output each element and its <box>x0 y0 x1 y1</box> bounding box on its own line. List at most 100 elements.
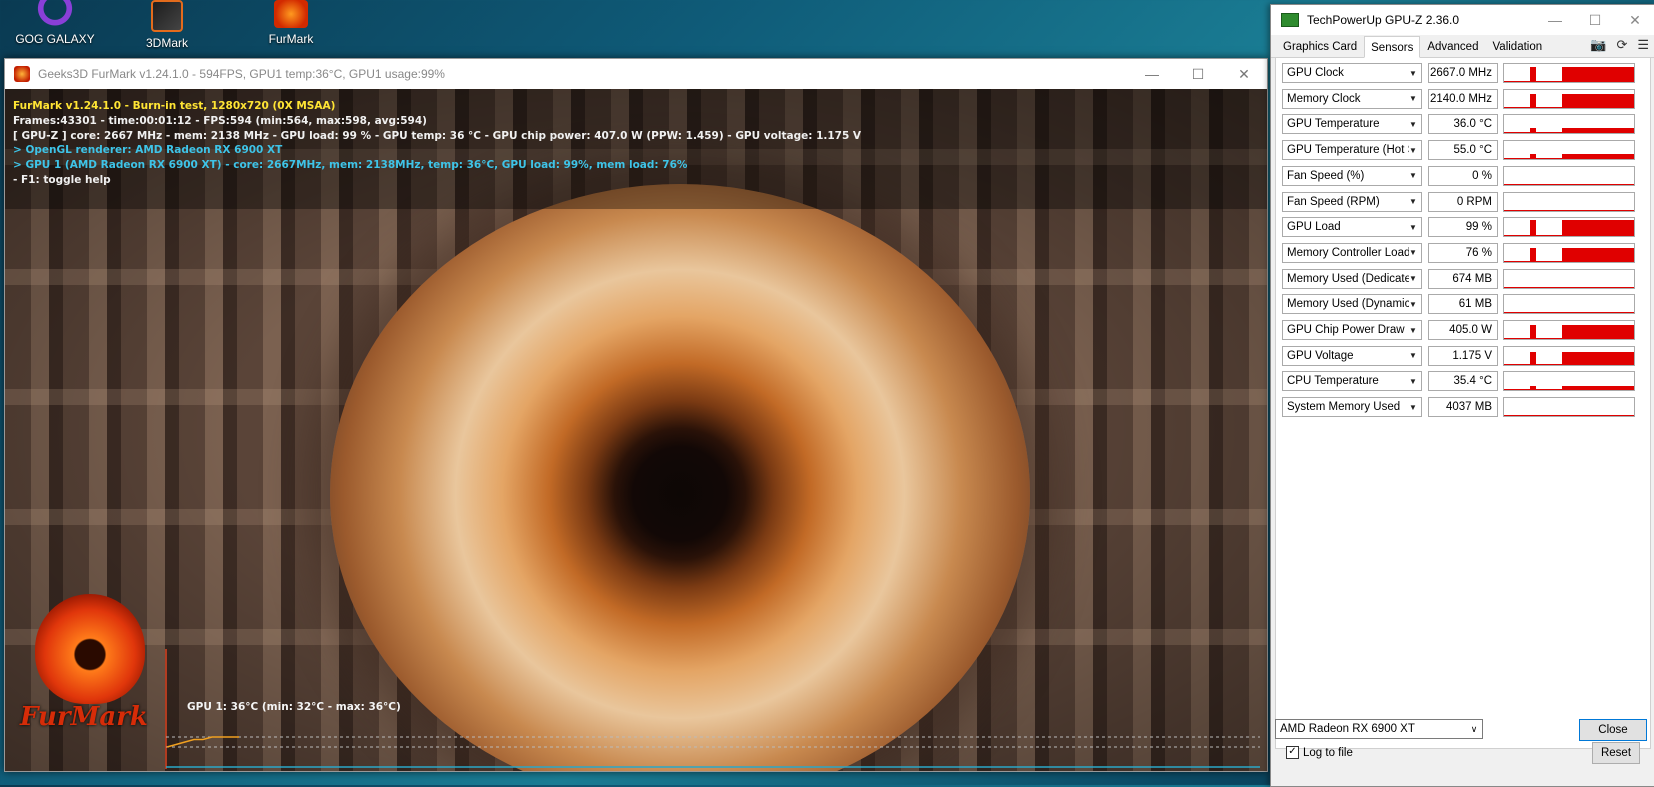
sensor-value: 2140.0 MHz <box>1428 88 1498 109</box>
sensor-name-dropdown[interactable]: GPU Voltage ▼ <box>1282 345 1422 366</box>
log-to-file-label: Log to file <box>1303 746 1353 759</box>
sensor-graph-fill <box>1562 220 1634 237</box>
minimize-icon[interactable]: — <box>1129 66 1175 83</box>
3dmark-icon <box>151 0 183 32</box>
chevron-down-icon: ▼ <box>1409 274 1417 284</box>
furmark-logo: FurMark <box>15 594 165 734</box>
sensor-name-dropdown[interactable]: Fan Speed (RPM) ▼ <box>1282 191 1422 212</box>
close-icon[interactable]: ✕ <box>1221 66 1267 83</box>
gpuz-titlebar[interactable]: TechPowerUp GPU-Z 2.36.0 — ☐ ✕ <box>1271 5 1654 35</box>
sensor-graph-spike <box>1530 220 1536 237</box>
chevron-down-icon: ▼ <box>1409 325 1417 335</box>
sensor-name: System Memory Used <box>1287 401 1401 414</box>
chevron-down-icon: ▼ <box>1409 351 1417 361</box>
gpu-select-value: AMD Radeon RX 6900 XT <box>1280 723 1415 735</box>
hud-line-title: FurMark v1.24.1.0 - Burn-in test, 1280x7… <box>13 100 336 112</box>
desktop-icon-3dmark[interactable]: 3DMark <box>112 0 222 50</box>
sensor-graph-baseline <box>1504 132 1634 134</box>
sensor-name: GPU Temperature <box>1287 118 1380 131</box>
close-icon[interactable]: ✕ <box>1615 12 1654 29</box>
refresh-icon[interactable]: ⟳ <box>1616 37 1627 53</box>
sensor-name-dropdown[interactable]: GPU Temperature ▼ <box>1282 114 1422 135</box>
sensor-name-dropdown[interactable]: Memory Clock ▼ <box>1282 88 1422 109</box>
hud-line-gpu1: > GPU 1 (AMD Radeon RX 6900 XT) - core: … <box>13 159 688 172</box>
chevron-down-icon: ▼ <box>1409 171 1417 181</box>
sensor-name-dropdown[interactable]: Fan Speed (%) ▼ <box>1282 165 1422 186</box>
sensor-value: 0 RPM <box>1428 191 1498 212</box>
menu-icon[interactable]: ☰ <box>1637 37 1649 53</box>
sensor-graph-baseline <box>1504 338 1634 339</box>
desktop-icon-label: 3DMark <box>145 36 188 50</box>
gpuz-window[interactable]: TechPowerUp GPU-Z 2.36.0 — ☐ ✕ Graphics … <box>1270 4 1654 787</box>
sensor-row: GPU Chip Power Draw ▼ 405.0 W <box>1282 320 1635 342</box>
sensor-name: Fan Speed (RPM) <box>1287 195 1380 208</box>
tab-validation[interactable]: Validation <box>1485 37 1549 57</box>
tab-advanced[interactable]: Advanced <box>1420 37 1485 57</box>
graph-label: GPU 1: 36°C (min: 32°C - max: 36°C) <box>187 701 401 713</box>
sensor-name: CPU Temperature <box>1287 375 1379 388</box>
temperature-line <box>166 736 239 748</box>
chevron-down-icon: ▼ <box>1409 222 1417 232</box>
chevron-down-icon: ▼ <box>1409 68 1417 78</box>
furmark-titlebar[interactable]: Geeks3D FurMark v1.24.1.0 - 594FPS, GPU1… <box>5 59 1267 89</box>
furmark-logo-text: FurMark <box>20 702 148 732</box>
sensor-name-dropdown[interactable]: CPU Temperature ▼ <box>1282 371 1422 392</box>
sensor-row: GPU Voltage ▼ 1.175 V <box>1282 345 1635 368</box>
sensor-name-dropdown[interactable]: Memory Used (Dynamic) ▼ <box>1282 294 1422 315</box>
sensor-graph <box>1503 217 1635 238</box>
sensor-row: Memory Clock ▼ 2140.0 MHz <box>1282 88 1635 111</box>
sensor-name: GPU Load <box>1287 221 1341 234</box>
camera-icon[interactable]: 📷 <box>1590 37 1606 53</box>
sensor-graph-baseline <box>1504 286 1634 288</box>
sensor-name: Memory Used (Dynamic) <box>1287 298 1409 311</box>
furmark-app-icon <box>14 66 30 82</box>
furmark-render-canvas: FurMark v1.24.1.0 - Burn-in test, 1280x7… <box>5 89 1267 771</box>
sensor-graph <box>1503 268 1635 289</box>
sensor-name-dropdown[interactable]: GPU Load ▼ <box>1282 217 1422 238</box>
chevron-down-icon: ▼ <box>1409 402 1417 412</box>
sensor-graph-baseline <box>1504 106 1634 108</box>
sensor-graph-fill <box>1562 247 1634 262</box>
checkbox-icon[interactable]: ✓ <box>1286 746 1299 759</box>
maximize-icon[interactable]: ☐ <box>1175 66 1221 83</box>
sensor-graph <box>1503 294 1635 315</box>
sensor-name-dropdown[interactable]: GPU Clock ▼ <box>1282 63 1422 83</box>
sensor-name: GPU Clock <box>1287 67 1344 79</box>
chevron-down-icon: ▼ <box>1409 119 1417 129</box>
sensor-graph <box>1503 63 1635 83</box>
sensor-graph-spike <box>1530 325 1536 339</box>
temperature-graph: GPU 1: 36°C (min: 32°C - max: 36°C) <box>165 649 1260 769</box>
minimize-icon[interactable]: — <box>1535 12 1575 29</box>
sensor-graph-baseline <box>1504 312 1634 314</box>
sensor-row: GPU Temperature (Hot Spot)▼ 55.0 °C <box>1282 140 1635 162</box>
sensor-value: 76 % <box>1428 242 1498 263</box>
sensor-graph-baseline <box>1504 363 1634 365</box>
close-button[interactable]: Close <box>1579 719 1647 741</box>
sensor-name-dropdown[interactable]: GPU Chip Power Draw ▼ <box>1282 320 1422 340</box>
sensor-name: Memory Controller Load <box>1287 246 1409 259</box>
desktop-icon-label: FurMark <box>268 32 314 46</box>
tab-sensors[interactable]: Sensors <box>1364 36 1421 58</box>
hud-line-frames: Frames:43301 - time:00:01:12 - FPS:594 (… <box>13 114 427 127</box>
sensor-graph <box>1503 371 1635 392</box>
sensor-value: 35.4 °C <box>1428 371 1498 392</box>
sensor-graph <box>1503 88 1635 109</box>
gpu-select-dropdown[interactable]: AMD Radeon RX 6900 XT ∨ <box>1275 719 1483 739</box>
furmark-window[interactable]: Geeks3D FurMark v1.24.1.0 - 594FPS, GPU1… <box>4 58 1268 772</box>
desktop-icon-gog-galaxy[interactable]: GOG GALAXY <box>0 0 110 46</box>
sensor-graph <box>1503 114 1635 135</box>
desktop-icon-furmark[interactable]: FurMark <box>236 0 346 46</box>
tab-graphics-card[interactable]: Graphics Card <box>1276 37 1364 57</box>
sensor-graph-spike <box>1530 93 1536 108</box>
maximize-icon[interactable]: ☐ <box>1575 12 1615 29</box>
sensor-value: 61 MB <box>1428 294 1498 315</box>
sensor-name-dropdown[interactable]: System Memory Used ▼ <box>1282 397 1422 418</box>
furmark-icon <box>274 0 308 28</box>
sensor-value: 2667.0 MHz <box>1428 63 1498 83</box>
furmark-flame-icon <box>35 594 145 704</box>
log-to-file-checkbox[interactable]: ✓ Log to file <box>1286 746 1353 759</box>
sensor-name-dropdown[interactable]: Memory Used (Dedicated) ▼ <box>1282 268 1422 289</box>
sensor-graph <box>1503 140 1635 161</box>
sensor-name-dropdown[interactable]: GPU Temperature (Hot Spot)▼ <box>1282 140 1422 161</box>
sensor-name-dropdown[interactable]: Memory Controller Load ▼ <box>1282 242 1422 263</box>
